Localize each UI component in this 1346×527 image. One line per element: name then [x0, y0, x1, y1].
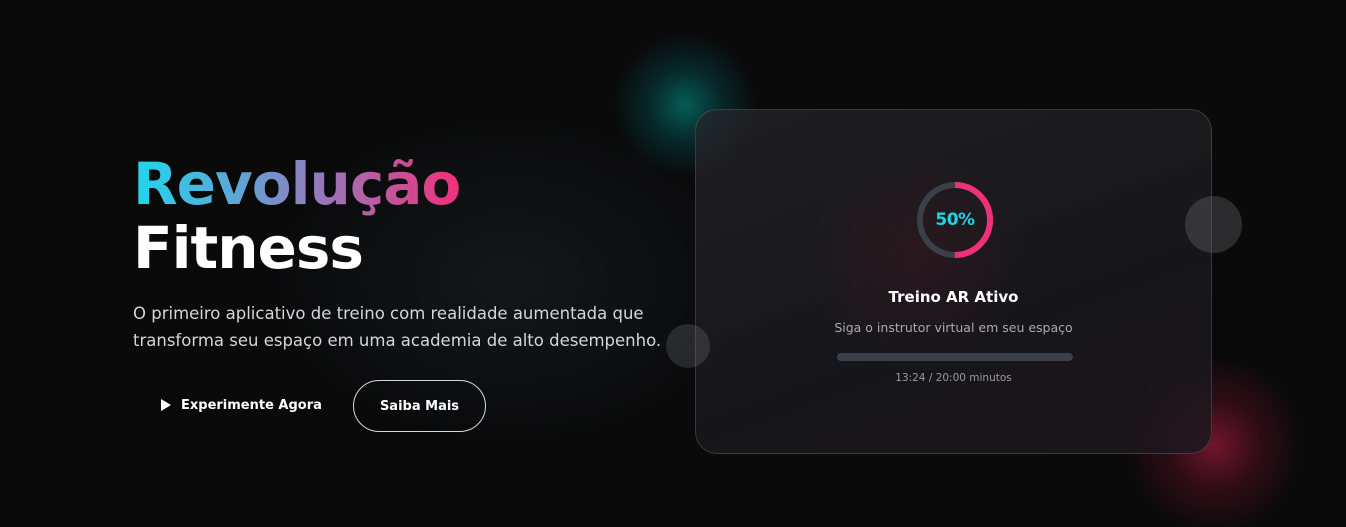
progress-percent-label: 50% [935, 210, 975, 230]
hero-title-white: Fitness [133, 214, 364, 282]
workout-time: 13:24 / 20:00 minutos [895, 372, 1012, 384]
progress-ring: 50% [915, 180, 995, 260]
ar-workout-card: 50% Treino AR Ativo Siga o instrutor vir… [695, 109, 1212, 454]
hero-title-gradient: Revolução [133, 150, 461, 218]
floating-bubble-right [1185, 196, 1242, 253]
hero-title: Revolução Fitness [133, 150, 461, 282]
card-description: Siga o instrutor virtual em seu espaço [834, 320, 1073, 335]
saiba-mais-button[interactable]: Saiba Mais [353, 380, 486, 432]
play-icon [161, 399, 171, 411]
experimente-agora-label: Experimente Agora [181, 397, 322, 413]
workout-progress-fill [837, 353, 955, 361]
page: Revolução Fitness O primeiro aplicativo … [0, 0, 1346, 527]
experimente-agora-button[interactable]: Experimente Agora [145, 382, 342, 428]
hero-subtitle: O primeiro aplicativo de treino com real… [133, 304, 662, 350]
card-title: Treino AR Ativo [888, 288, 1019, 306]
floating-bubble-left [666, 324, 710, 368]
workout-progress-bar [837, 353, 1073, 361]
